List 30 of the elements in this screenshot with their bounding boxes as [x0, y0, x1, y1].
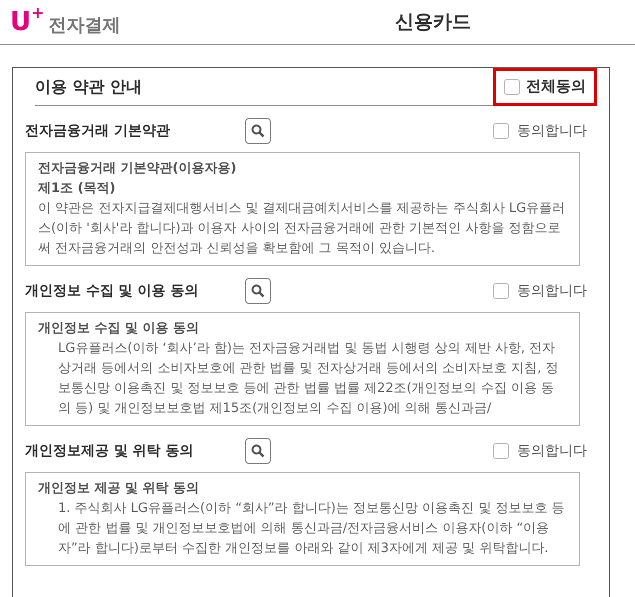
terms-heading: 개인정보 제공 및 위탁 동의: [38, 480, 200, 498]
section-title: 개인정보 수집 및 이용 동의: [25, 282, 200, 300]
terms-text-box[interactable]: 개인정보 수집 및 이용 동의 LG유플러스(이하 ‘회사’라 함)는 전자금융거래법 및 동법 시행령 상의 제반 사항, 전자상거래 등에서의 소비자보호에 관한 법률 및 전자상거래 등에서의 소비자보호 지침, 정보통신망 이용촉진 및 정보보호 등에 관한 법률 법률 제22조(개인정보의 수집 이용 동의 등) 및 개인정보보호법 제15조(개인정보의 수집 이용)에 의해 통신과금/: [25, 312, 580, 426]
agree-option[interactable]: 동의합니다: [493, 120, 587, 142]
agree-all-option[interactable]: 전체동의: [493, 68, 597, 106]
agree-option[interactable]: 동의합니다: [493, 440, 587, 462]
terms-text-box[interactable]: 개인정보 제공 및 위탁 동의 1. 주식회사 LG유플러스(이하 “회사”라 합니다)는 정보통신망 이용촉진 및 정보보호 등에 관한 법률 및 개인정보보호법에 의해 통신과금/전자금융서비스 이용자(이하 “이용자”라 합니다)로부터 수집한 개인정보를 아래와 같이 제3자에게 제공 및 위탁합니다.: [25, 472, 580, 566]
section-title: 전자금융거래 기본약관: [25, 122, 171, 140]
terms-paragraph: LG유플러스(이하 ‘회사’라 함)는 전자금융거래법 및 동법 시행령 상의 제반 사항, 전자상거래 등에서의 소비자보호에 관한 법률 및 전자상거래 등에서의 소비자보호 지침, 정보통신망 이용촉진 및 정보보호 등에 관한 법률 법률 제22조(개인정보의 수집 이용 동의 등) 및 개인정보보호법 제15조(개인정보의 수집 이용)에 의해 통신과금/: [57, 340, 560, 418]
checkbox[interactable]: [493, 283, 509, 299]
checkbox[interactable]: [493, 123, 509, 139]
search-icon: [251, 444, 265, 458]
terms-heading: 개인정보 수집 및 이용 동의: [38, 320, 200, 338]
logo[interactable]: U+ 전자결제: [10, 9, 210, 35]
search-icon: [251, 284, 265, 298]
card-title: 이용 약관 안내: [35, 76, 142, 98]
terms-heading: 전자금융거래 기본약관(이용자용): [38, 160, 238, 178]
section-title: 개인정보제공 및 위탁 동의: [25, 442, 195, 460]
search-button[interactable]: [245, 118, 271, 144]
search-button[interactable]: [245, 278, 271, 304]
search-icon: [251, 124, 265, 138]
agree-option[interactable]: 동의합니다: [493, 280, 587, 302]
checkbox[interactable]: [504, 78, 520, 94]
terms-paragraph: 이 약관은 전자지급결제대행서비스 및 결제대금예치서비스를 제공하는 주식회사 LG유플러스(이하 '회사'라 합니다)과 이용자 사이의 전자금융거래에 관한 기본적인 사항을 정함으로써 전자금융거래의 안전성과 신뢰성을 확보함에 그 목적이 있습니다.: [38, 200, 566, 258]
terms-heading: 제1조 (목적): [38, 180, 116, 198]
terms-text-box[interactable]: 전자금융거래 기본약관(이용자용) 제1조 (목적) 이 약관은 전자지급결제대행서비스 및 결제대금예치서비스를 제공하는 주식회사 LG유플러스(이하 '회사'라 합니다)과 이용자 사이의 전자금융거래에 관한 기본적인 사항을 정함으로써 전자금융거래의 안전성과 신뢰성을 확보함에 그 목적이 있습니다.: [25, 152, 580, 266]
search-button[interactable]: [245, 438, 271, 464]
checkbox[interactable]: [493, 443, 509, 459]
terms-paragraph: 1. 주식회사 LG유플러스(이하 “회사”라 합니다)는 정보통신망 이용촉진 및 정보보호 등에 관한 법률 및 개인정보보호법에 의해 통신과금/전자금융서비스 이용자(이하 “이용자”라 합니다)로부터 수집한 개인정보를 아래와 같이 제3자에게 제공 및 위탁합니다.: [57, 500, 566, 558]
page-title: 신용카드: [395, 10, 471, 35]
